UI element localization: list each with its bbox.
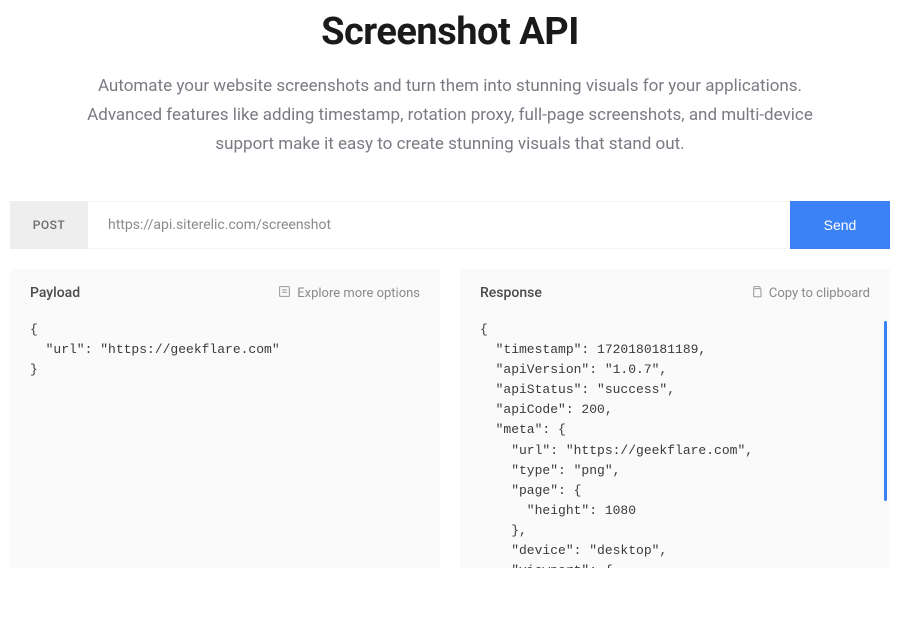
http-method: POST [10,201,88,249]
request-bar: POST https://api.siterelic.com/screensho… [10,201,890,249]
page-title: Screenshot API [10,10,890,54]
payload-body[interactable]: { "url": "https://geekflare.com" } [30,320,420,380]
send-button[interactable]: Send [790,201,890,249]
explore-icon [278,285,291,302]
copy-clipboard-button[interactable]: Copy to clipboard [750,285,870,302]
page-description: Automate your website screenshots and tu… [70,72,830,159]
response-body: { "timestamp": 1720180181189, "apiVersio… [480,320,870,568]
response-panel: Response Copy to clipboard { "timestamp"… [460,269,890,568]
response-title: Response [480,285,542,301]
scrollbar-thumb[interactable] [884,321,887,501]
payload-panel: Payload Explore more options { "url": "h… [10,269,440,568]
copy-icon [750,285,763,302]
endpoint-url[interactable]: https://api.siterelic.com/screenshot [88,201,790,249]
explore-options-label: Explore more options [297,286,420,301]
explore-options-button[interactable]: Explore more options [278,285,420,302]
copy-clipboard-label: Copy to clipboard [769,286,870,301]
payload-title: Payload [30,285,80,301]
